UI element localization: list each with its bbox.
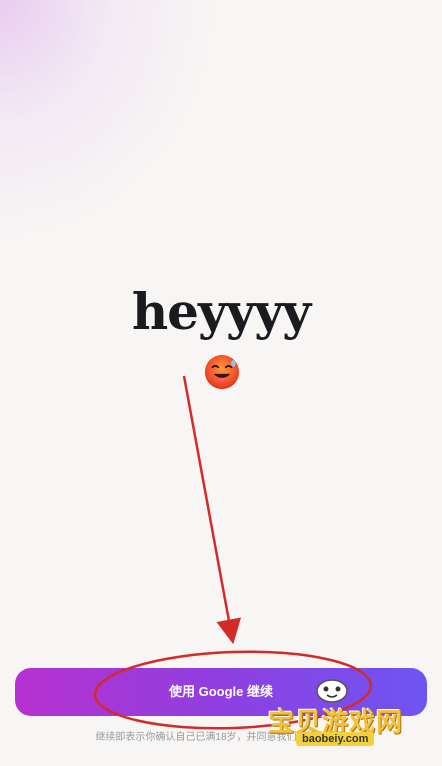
hot-face-emoji-icon bbox=[204, 354, 240, 390]
watermark-url: baobeiy.com bbox=[296, 732, 375, 746]
site-watermark: 宝贝游戏网 baobeiy.com bbox=[268, 674, 418, 746]
headline: heyyyy bbox=[131, 282, 311, 341]
gamepad-mascot-icon bbox=[316, 679, 348, 703]
annotation-arrow bbox=[182, 375, 242, 645]
